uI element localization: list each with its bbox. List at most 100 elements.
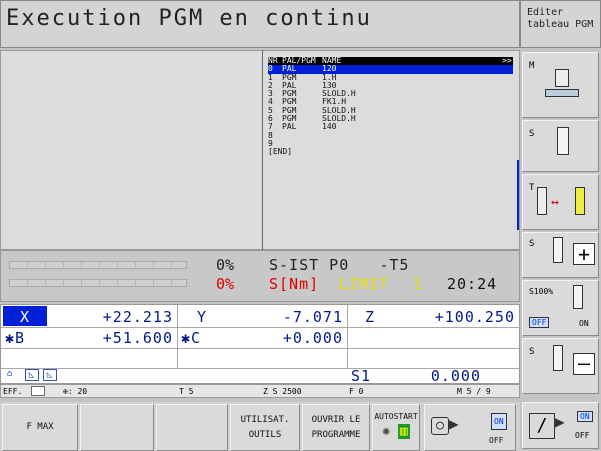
table-row[interactable]: 8 xyxy=(268,131,513,140)
off-indicator: OFF xyxy=(575,431,590,440)
divider xyxy=(1,327,521,328)
f-max-softkey[interactable]: F MAX xyxy=(2,404,78,451)
axis-x-label: X xyxy=(3,306,47,326)
s100-label: S100% xyxy=(529,287,554,296)
axis-y-label: Y xyxy=(197,308,208,326)
tool-icon-2 xyxy=(575,187,585,215)
autostart-label: AUTOSTART xyxy=(374,412,418,421)
spindle-override-minus-softkey[interactable]: S – xyxy=(522,338,599,394)
swap-arrow-icon: ↔ xyxy=(551,195,559,210)
empty-softkey-2[interactable] xyxy=(156,404,228,451)
feed-rate-info: F 0 xyxy=(349,387,364,396)
off-indicator: OFF xyxy=(529,317,550,328)
axis-b-label: ✱B xyxy=(5,329,26,347)
on-indicator: ON xyxy=(577,411,593,422)
tool-info: T 5 xyxy=(179,387,194,396)
panel-divider xyxy=(262,50,263,250)
secondary-mode-button[interactable]: Editer tableau PGM xyxy=(520,0,601,48)
secondary-mode-line1: Editer xyxy=(527,7,564,18)
axis-c-label: ✱C xyxy=(181,329,202,347)
plus-icon: + xyxy=(573,243,595,265)
empty-softkey-1[interactable] xyxy=(80,404,154,451)
position-display: X +22.213 Y -7.071 Z +100.250 ✱B +51.600… xyxy=(0,304,521,385)
open-program-label-2: PROGRAMME xyxy=(311,429,361,440)
col-name: NAME xyxy=(322,56,342,65)
active-marker xyxy=(517,160,519,230)
info-row: EFF. ⊕: 20 T 5 Z S 2500 F 0 M 5 / 9 xyxy=(0,384,520,398)
tilt-plane-icon-2: ◺ xyxy=(43,369,57,381)
on-indicator: ON xyxy=(579,319,589,328)
table-row[interactable]: 3 PGM SLOLD.H xyxy=(268,89,513,99)
m-label: M xyxy=(529,61,535,71)
t-label: T xyxy=(529,183,535,193)
open-program-label-1: OUVRIR LE xyxy=(311,414,361,425)
slash-icon: / xyxy=(529,413,555,439)
axis-b-value: +51.600 xyxy=(102,329,173,347)
spindle-torque-label: S[Nm] xyxy=(269,275,320,293)
cell-name xyxy=(322,140,502,148)
s-spindle-softkey[interactable]: S xyxy=(522,120,599,172)
spindle-icon xyxy=(553,237,563,263)
tool-usage-softkey[interactable]: UTILISAT. OUTILS xyxy=(230,404,300,451)
spindle-tool-icon xyxy=(557,127,569,155)
block-scan-toggle[interactable]: ○ ▶ ON OFF xyxy=(424,404,516,451)
pallet-table[interactable]: NR PAL/PGM NAME >> 0 PAL 120 1 PGM 1.H 2 PAL 1… xyxy=(268,56,513,157)
spindle-s1-label: S1 xyxy=(351,367,372,385)
cell-type xyxy=(282,132,322,140)
cell-name: SLOLD.H xyxy=(322,89,356,99)
table-row[interactable]: 5 PGM SLOLD.H xyxy=(268,106,513,115)
override-bar-1 xyxy=(9,261,187,269)
table-row[interactable]: 4 PGM FK1.H xyxy=(268,98,513,107)
s-label: S xyxy=(529,239,535,249)
spindle-machine-icon xyxy=(545,69,579,105)
autostart-softkey[interactable]: AUTOSTART ✺ ▥ xyxy=(372,404,420,451)
divider xyxy=(177,305,178,368)
override-percent-2: 0% xyxy=(216,275,235,293)
spindle-icon xyxy=(573,285,583,309)
spindle-override-plus-softkey[interactable]: S + xyxy=(522,232,599,278)
feed-info: ⊕: 20 xyxy=(63,387,88,396)
s-label: S xyxy=(529,347,535,357)
end-marker: [END] xyxy=(268,147,293,157)
arrow-right-icon: ▶ xyxy=(555,412,565,431)
table-row[interactable]: 6 PGM SLOLD.H xyxy=(268,114,513,123)
tool-change-softkey[interactable]: T ↔ xyxy=(522,174,599,230)
tilt-plane-icon: ◺ xyxy=(25,369,39,381)
clock-icon: ✺ ▥ xyxy=(382,424,410,439)
cell-type: PAL xyxy=(282,122,297,132)
table-row[interactable]: 2 PAL 130 xyxy=(268,81,513,90)
spindle-status: S-IST P0 -T5 xyxy=(269,256,410,274)
axis-y-value: -7.071 xyxy=(282,308,343,326)
status-panel: 0% 0% S-IST P0 -T5 S[Nm] LIMIT 1 20:24 xyxy=(0,250,520,302)
table-row[interactable]: 9 xyxy=(268,139,513,148)
tool-icon-1 xyxy=(537,187,547,215)
limit-label: LIMIT xyxy=(339,275,390,293)
table-row[interactable]: 0 PAL 120 xyxy=(268,64,513,74)
tool-usage-label-2: OUTILS xyxy=(248,429,282,440)
start-icon: ▥ xyxy=(397,424,410,439)
divider xyxy=(1,348,521,349)
open-program-softkey[interactable]: OUVRIR LE PROGRAMME xyxy=(302,404,370,451)
spindle-100-percent-softkey[interactable]: S100% OFF ON xyxy=(522,280,599,336)
arrow-right-icon: ▶ xyxy=(449,414,459,433)
axis-z-label: Z xyxy=(365,308,376,326)
m-function-info: M 5 / 9 xyxy=(457,387,491,396)
spindle-icon xyxy=(553,345,563,371)
mode-title: Execution PGM en continu xyxy=(6,6,372,31)
table-end-row: [END] xyxy=(268,147,513,157)
s-label: S xyxy=(529,129,535,139)
tool-usage-label-1: UTILISAT. xyxy=(240,414,290,425)
spindle-info: Z S 2500 xyxy=(263,387,302,396)
m-function-softkey[interactable]: M xyxy=(522,52,599,118)
eff-box xyxy=(31,386,45,396)
limit-number: 1 xyxy=(413,275,424,293)
block-skip-toggle[interactable]: / ▶ ON OFF xyxy=(522,402,599,449)
eff-label: EFF. xyxy=(3,387,23,396)
axis-c-value: +0.000 xyxy=(282,329,343,347)
on-indicator: ON xyxy=(491,413,507,430)
spindle-s1-value: 0.000 xyxy=(430,367,481,385)
clock: 20:24 xyxy=(447,275,498,293)
off-indicator: OFF xyxy=(489,436,504,445)
table-row[interactable]: 7 PAL 140 xyxy=(268,122,513,132)
table-row[interactable]: 1 PGM 1.H xyxy=(268,73,513,82)
